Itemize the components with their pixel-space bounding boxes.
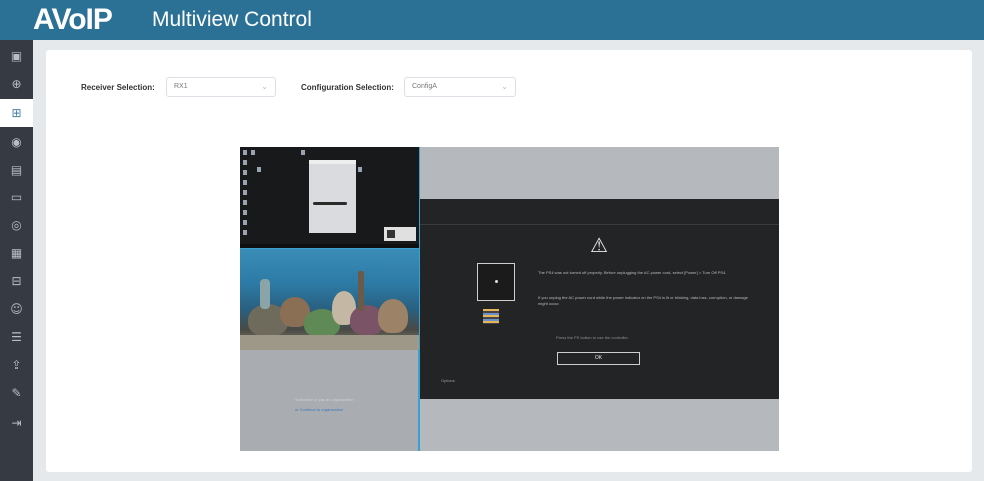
sliders-icon: ☰ (11, 330, 22, 344)
desktop-icon (257, 167, 261, 172)
preview-window-aquarium[interactable] (240, 248, 419, 350)
desktop-icon (243, 230, 247, 235)
app-header: AVoIP Multiview Control (0, 0, 984, 40)
desktop-icon (243, 210, 247, 215)
dialog-message-secondary: If you unplug the AC power cord while th… (538, 295, 748, 306)
preview-text: Subscribe or pay an organization (295, 397, 354, 402)
chevron-down-icon: ⌄ (261, 82, 268, 91)
wrench-icon: ✎ (11, 386, 22, 400)
sidebar-item-display[interactable]: ▤ (0, 156, 33, 184)
logout-icon: ⇥ (11, 416, 22, 430)
page-title: Multiview Control (152, 8, 312, 31)
desktop-icon (243, 170, 247, 175)
sidebar-item-settings[interactable]: ◎ (0, 211, 33, 239)
mini-app-button (313, 202, 347, 205)
configuration-selection-label: Configuration Selection: (301, 83, 394, 92)
reef-branch (260, 279, 270, 309)
receiver-select[interactable]: RX1 ⌄ (166, 77, 276, 97)
dashboard-icon: ▣ (10, 49, 23, 63)
desktop-icon (243, 200, 247, 205)
preview-link: or Continue to organization (295, 407, 344, 412)
reef-branch (358, 271, 364, 311)
sidebar-item-upload[interactable]: ⇪ (0, 351, 33, 379)
reef-rock (378, 299, 408, 333)
configuration-select-value: ConfigA (412, 83, 437, 90)
desktop-icon (243, 180, 247, 185)
mini-app-window (309, 160, 356, 233)
sidebar-item-dashboard[interactable]: ▣ (0, 42, 33, 70)
layers-icon: ◉ (11, 135, 22, 149)
desktop-icon (301, 150, 305, 155)
desktop-icon (243, 190, 247, 195)
grid-icon: ▦ (10, 246, 23, 260)
preview-window-blank[interactable]: Subscribe or pay an organization or Cont… (240, 350, 419, 451)
sidebar-item-sliders[interactable]: ☰ (0, 323, 33, 351)
receiver-select-value: RX1 (174, 83, 188, 90)
console-icon (477, 263, 515, 301)
dialog-message: The PS4 was not turned off properly. Bef… (538, 270, 727, 275)
warning-icon: ⚠ (590, 233, 608, 257)
sidebar-item-user[interactable]: ☺ (0, 295, 33, 323)
receiver-selection-label: Receiver Selection: (81, 83, 155, 92)
desktop-icon (243, 160, 247, 165)
desktop-icon (358, 167, 362, 172)
plus-circle-icon: ⊕ (11, 77, 22, 91)
brand-logo: AVoIP (33, 3, 113, 36)
preview-window-ps4-dialog[interactable]: ⚠ The PS4 was not turned off properly. B… (420, 199, 779, 399)
configuration-select[interactable]: ConfigA ⌄ (404, 77, 516, 97)
sidebar-item-layers[interactable]: ◉ (0, 128, 33, 156)
options-label: Options (441, 378, 455, 383)
sidebar: ▣ ⊕ ⊞ ◉ ▤ ▭ ◎ ▦ ⊟ ☺ ☰ ⇪ ✎ ⇥ (0, 40, 33, 481)
user-icon: ☺ (10, 302, 23, 316)
desktop-icon (243, 220, 247, 225)
upload-icon: ⇪ (11, 358, 22, 372)
multiview-preview[interactable]: Subscribe or pay an organization or Cont… (240, 147, 779, 451)
ok-button[interactable]: OK (557, 352, 640, 365)
mini-thumbnail (384, 227, 416, 241)
sidebar-item-multiview[interactable]: ⊞ (0, 99, 33, 127)
settings-icon: ◎ (11, 218, 22, 232)
controller-icon (483, 309, 499, 324)
multiview-icon: ⊞ (11, 106, 22, 120)
desktop-icon (243, 150, 247, 155)
table-icon: ⊟ (11, 274, 22, 288)
sidebar-item-table[interactable]: ⊟ (0, 267, 33, 295)
sidebar-item-plus-circle[interactable]: ⊕ (0, 70, 33, 98)
desktop-icon (251, 150, 255, 155)
chevron-down-icon: ⌄ (501, 82, 508, 91)
dialog-divider (420, 224, 779, 225)
display-icon: ▤ (10, 163, 23, 177)
dialog-hint: Press the PS button to use the controlle… (556, 335, 629, 340)
monitor-icon: ▭ (10, 190, 23, 204)
sidebar-item-monitor[interactable]: ▭ (0, 183, 33, 211)
sidebar-item-grid[interactable]: ▦ (0, 239, 33, 267)
sidebar-item-logout[interactable]: ⇥ (0, 409, 33, 437)
reef-sand (240, 335, 419, 350)
preview-window-desktop[interactable] (240, 147, 419, 248)
sidebar-item-wrench[interactable]: ✎ (0, 379, 33, 407)
